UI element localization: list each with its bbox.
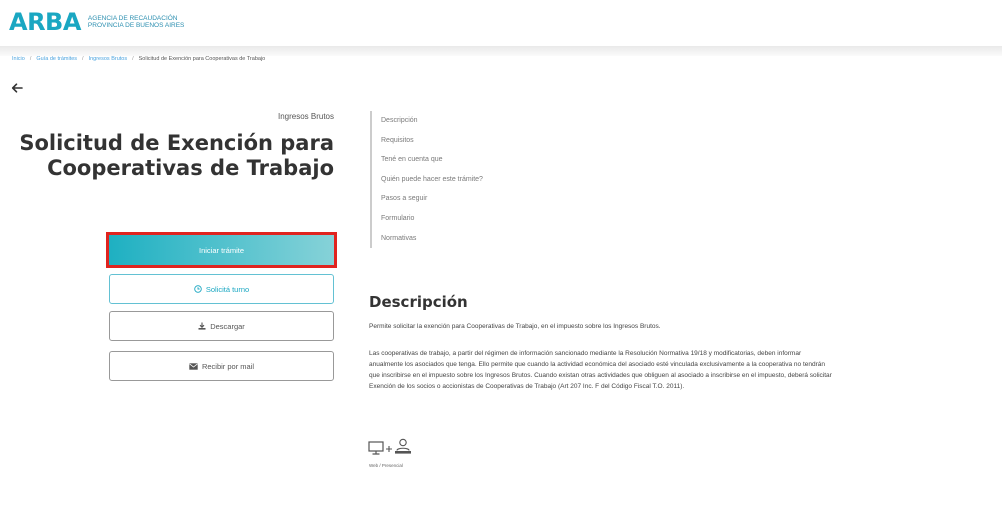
header-divider (0, 46, 1002, 56)
site-header: ARBA Agencia de Recaudación Provincia de… (0, 0, 1002, 46)
download-icon (198, 322, 206, 330)
breadcrumb-current: Solicitud de Exención para Cooperativas … (138, 56, 266, 62)
envelope-icon (189, 362, 198, 370)
receive-by-mail-label: Recibir por mail (201, 361, 255, 371)
page-title: Solicitud de Exención para Cooperativas … (0, 131, 334, 181)
breadcrumb-separator: / (132, 56, 134, 62)
request-appointment-button[interactable]: Solicitá turno (109, 274, 334, 304)
toc-item-descripcion[interactable]: Descripción (381, 111, 483, 131)
logo-text: ARBA (9, 8, 81, 36)
logo-subtitle-line-1: Agencia de Recaudación (87, 15, 178, 22)
table-of-contents: Descripción Requisitos Tené en cuenta qu… (370, 111, 483, 249)
logo-subtitle-line-2: Provincia de Buenos Aires (87, 22, 185, 29)
toc-item-requisitos[interactable]: Requisitos (381, 131, 483, 151)
channel-label: Web / Presencial (369, 463, 403, 468)
start-procedure-button[interactable]: Iniciar trámite (106, 232, 337, 268)
description-heading: Descripción (369, 293, 468, 311)
channel-icons (368, 438, 412, 455)
toc-item-pasos[interactable]: Pasos a seguir (381, 189, 483, 209)
back-arrow-icon[interactable] (11, 82, 23, 94)
start-procedure-label: Iniciar trámite (198, 245, 244, 255)
breadcrumb-guia[interactable]: Guía de trámites (36, 56, 77, 62)
receive-by-mail-button[interactable]: Recibir por mail (109, 351, 334, 381)
person-icon (395, 438, 411, 454)
download-label: Descargar (210, 321, 245, 331)
logo-subtitle: Agencia de Recaudación Provincia de Buen… (88, 15, 184, 29)
computer-icon (368, 441, 384, 455)
clock-icon (194, 285, 202, 293)
breadcrumb: Inicio / Guía de trámites / Ingresos Brutos /… (12, 56, 265, 62)
toc-item-tene-en-cuenta[interactable]: Tené en cuenta que (381, 150, 483, 170)
breadcrumb-inicio[interactable]: Inicio (12, 56, 25, 62)
toc-item-formulario[interactable]: Formulario (381, 209, 483, 229)
breadcrumb-separator: / (82, 56, 84, 62)
breadcrumb-ingresos-brutos[interactable]: Ingresos Brutos (89, 56, 128, 62)
page-title-line-1: Solicitud de Exención para (19, 131, 334, 155)
description-summary: Permite solicitar la exención para Coope… (369, 323, 661, 330)
request-appointment-label: Solicitá turno (205, 284, 250, 294)
category-label: Ingresos Brutos (277, 112, 334, 121)
toc-item-normativas[interactable]: Normativas (381, 229, 483, 249)
plus-icon (386, 446, 392, 452)
download-button[interactable]: Descargar (109, 311, 334, 341)
breadcrumb-separator: / (29, 56, 32, 62)
page-title-line-2: Cooperativas de Trabajo (47, 156, 334, 180)
toc-item-quien-puede[interactable]: Quién puede hacer este trámite? (381, 170, 483, 190)
arba-logo[interactable]: ARBA Agencia de Recaudación Provincia de… (9, 8, 184, 36)
description-body: Las cooperativas de trabajo, a partir de… (369, 350, 832, 390)
